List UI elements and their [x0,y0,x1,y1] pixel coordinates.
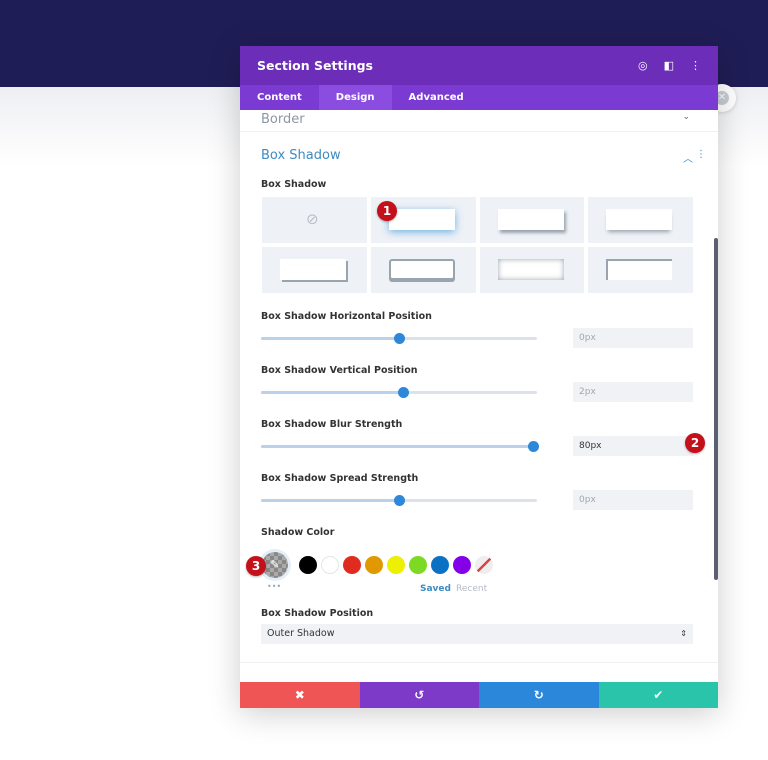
border-section-title: Border [261,112,305,127]
position-label: Box Shadow Position [261,608,374,619]
saved-colors-tab[interactable]: Saved [420,584,451,594]
spread-input[interactable]: 0px [573,490,693,510]
redo-button[interactable]: ↻ [479,682,599,708]
transparent-swatch[interactable] [475,556,493,574]
preset-4[interactable] [262,247,367,293]
horizontal-slider[interactable] [261,333,537,344]
focus-icon[interactable]: ◎ [638,59,648,72]
scrollbar[interactable] [714,238,718,580]
slider-handle[interactable] [398,387,410,398]
color-swatch[interactable] [299,556,317,574]
more-icon[interactable]: ⋮ [690,59,701,72]
select-arrows-icon: ⇕ [680,629,687,638]
preset-5[interactable] [370,247,476,293]
blur-label: Box Shadow Blur Strength [261,419,403,430]
save-button[interactable]: ✔ [598,682,718,708]
undo-button[interactable]: ↺ [359,682,479,708]
color-swatch[interactable] [321,556,339,574]
preset-preview [606,259,673,280]
slider-fill [261,445,533,448]
tab-content[interactable]: Content [240,85,319,110]
vertical-slider[interactable] [261,387,537,398]
vertical-label: Box Shadow Vertical Position [261,365,418,376]
spread-label: Box Shadow Spread Strength [261,473,419,484]
preset-preview [388,259,455,280]
preset-preview [606,209,673,230]
border-section[interactable]: Border ⌄ [240,110,718,132]
color-swatches [299,556,493,574]
chevron-down-icon: ⌄ [682,112,690,122]
color-swatch[interactable] [431,556,449,574]
more-colors-button[interactable]: ••• [267,582,281,591]
modal-header: Section Settings ◎ ◧ ⋮ [240,46,718,85]
slider-handle[interactable] [394,333,405,344]
tab-bar: Content Design Advanced [240,85,718,110]
spread-slider[interactable] [261,495,537,506]
none-icon: ⊘ [306,210,319,228]
horizontal-input[interactable]: 0px [573,328,693,348]
preset-7[interactable] [588,247,693,293]
slider-fill [261,391,404,394]
blur-input[interactable]: 80px [573,436,693,456]
box-shadow-title[interactable]: Box Shadow [261,148,341,163]
preset-preview [497,259,564,280]
color-swatch[interactable] [343,556,361,574]
step-badge-2: 2 [685,433,705,453]
color-swatch[interactable] [387,556,405,574]
chevron-up-icon[interactable]: ︿ [683,150,693,165]
preset-6[interactable] [479,247,585,293]
vertical-input[interactable]: 2px [573,382,693,402]
preset-preview [280,259,346,280]
eyedropper-icon: ✎ [270,558,280,571]
shadow-position-select[interactable]: Outer Shadow ⇕ [261,624,693,644]
settings-body: Border ⌄ Box Shadow ︿ ⋮ Box Shadow ⊘ 1 Bo… [240,110,718,682]
shadow-color-label: Shadow Color [261,527,335,538]
divider [240,662,718,663]
tab-design[interactable]: Design [318,85,392,110]
color-swatch[interactable] [409,556,427,574]
section-settings-modal: Section Settings ◎ ◧ ⋮ Content Design Ad… [240,46,718,708]
preset-none[interactable]: ⊘ [262,197,367,243]
blur-slider[interactable] [261,441,539,452]
cancel-button[interactable]: ✖ [240,682,360,708]
preset-preview [388,209,455,230]
preset-preview [497,209,564,230]
slider-handle[interactable] [394,495,405,506]
horizontal-label: Box Shadow Horizontal Position [261,311,432,322]
tab-advanced[interactable]: Advanced [392,85,481,110]
slider-handle[interactable] [527,441,539,452]
color-swatch[interactable] [365,556,383,574]
box-shadow-presets: ⊘ [262,197,693,293]
modal-title: Section Settings [257,58,373,73]
preset-3[interactable] [588,197,693,243]
color-swatch[interactable] [453,556,471,574]
modal-footer: ✖ ↺ ↻ ✔ [240,682,718,708]
step-badge-1: 1 [377,201,397,221]
slider-fill [261,337,399,340]
section-more-icon[interactable]: ⋮ [696,149,706,160]
box-shadow-preset-label: Box Shadow [261,179,327,190]
split-view-icon[interactable]: ◧ [664,59,674,72]
slider-fill [261,499,399,502]
recent-colors-tab[interactable]: Recent [456,584,487,594]
preset-2[interactable] [479,197,585,243]
step-badge-3: 3 [246,556,266,576]
shadow-position-value: Outer Shadow [267,628,335,639]
